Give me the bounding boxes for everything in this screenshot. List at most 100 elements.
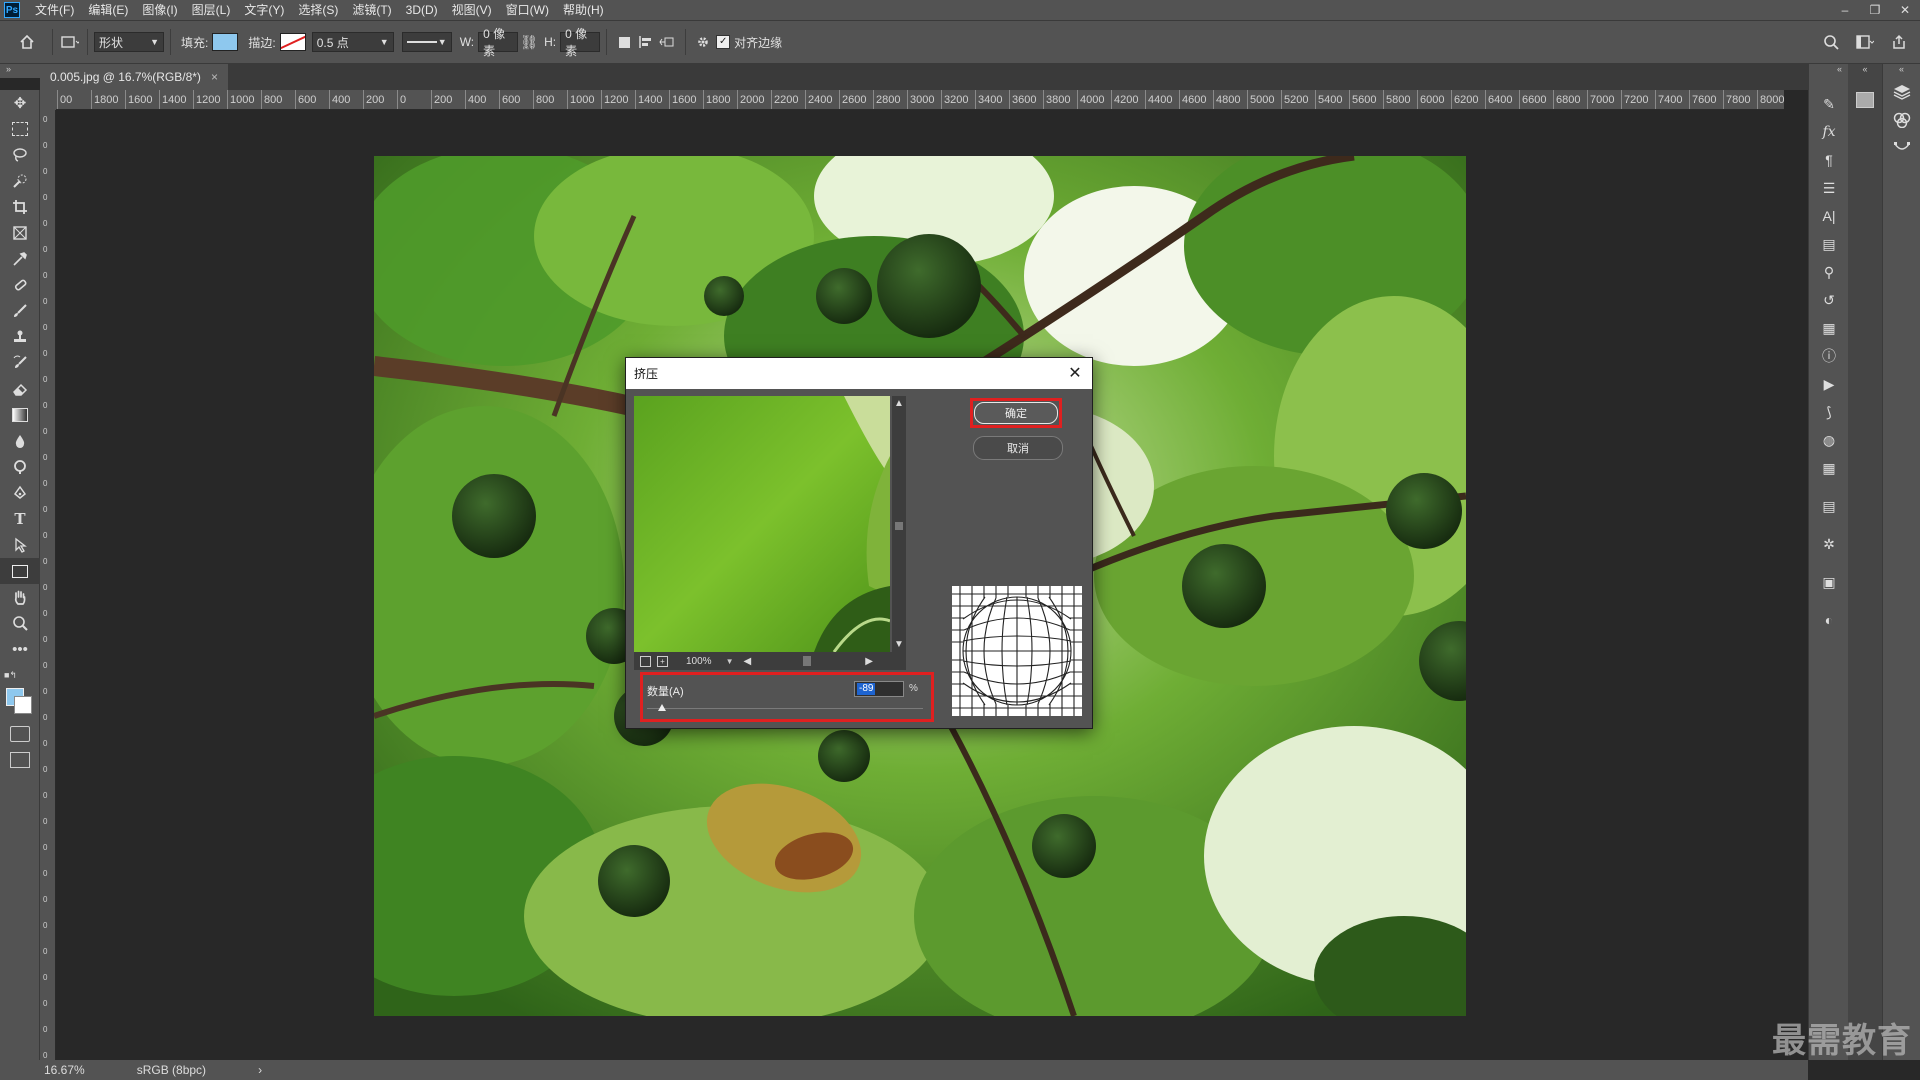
menu-help[interactable]: 帮助(H) (556, 0, 611, 20)
menu-select[interactable]: 选择(S) (291, 0, 345, 20)
path-operations-icon[interactable] (613, 31, 635, 53)
eraser-tool-icon[interactable] (0, 376, 40, 402)
timeline-icon[interactable]: ▣ (1809, 568, 1849, 596)
zoom-tool-icon[interactable] (0, 610, 40, 636)
channels-icon[interactable]: ▦ (1809, 314, 1849, 342)
chevron-right-icon[interactable]: › (258, 1063, 262, 1077)
swatch-panel-icon[interactable] (1856, 92, 1874, 108)
scroll-up-icon[interactable]: ▲ (894, 398, 904, 409)
menu-view[interactable]: 视图(V) (445, 0, 499, 20)
close-tab-icon[interactable]: × (211, 70, 218, 84)
gradient-tool-icon[interactable] (0, 402, 40, 428)
minimize-button[interactable]: – (1830, 0, 1860, 20)
marquee-tool-icon[interactable] (0, 116, 40, 142)
path-arrangement-icon[interactable] (657, 31, 679, 53)
actions-play-icon[interactable]: ▶ (1809, 370, 1849, 398)
search-icon[interactable] (1820, 31, 1842, 53)
stroke-color-swatch[interactable] (279, 33, 306, 51)
menu-image[interactable]: 图像(I) (135, 0, 184, 20)
rectangle-tool-icon[interactable] (0, 558, 40, 584)
pen-tool-icon[interactable] (0, 480, 40, 506)
quick-mask-icon[interactable] (10, 726, 30, 742)
healing-brush-tool-icon[interactable] (0, 272, 40, 298)
share-icon[interactable] (1888, 31, 1910, 53)
menu-edit[interactable]: 编辑(E) (81, 0, 135, 20)
properties-icon[interactable]: ☰ (1809, 174, 1849, 202)
link-icon[interactable]: ⛓ (518, 31, 540, 53)
menu-file[interactable]: 文件(F) (28, 0, 81, 20)
menu-type[interactable]: 文字(Y) (237, 0, 291, 20)
shape-mode-select[interactable]: 形状 ▼ (94, 32, 164, 52)
history-brush-tool-icon[interactable] (0, 350, 40, 376)
width-input[interactable]: 0 像素 (478, 27, 519, 58)
stroke-type-select[interactable]: ▼ (401, 32, 452, 52)
chevron-down-icon[interactable]: ▼ (726, 657, 734, 666)
stroke-size-input[interactable]: 0.5 点 ▼ (311, 32, 394, 52)
swatches-grid-icon[interactable]: ▦ (1809, 454, 1849, 482)
cancel-button[interactable]: 取消 (973, 436, 1063, 460)
adjustments-icon[interactable]: ✲ (1809, 530, 1849, 558)
zoom-in-icon[interactable]: + (657, 655, 668, 667)
scroll-thumb[interactable] (895, 522, 903, 530)
filter-preview[interactable] (634, 396, 890, 652)
align-edges-checkbox[interactable]: ✓ (716, 35, 731, 49)
hand-tool-icon[interactable] (0, 584, 40, 610)
amount-input[interactable]: -89 (854, 681, 904, 697)
dialog-title-bar[interactable]: 挤压 ✕ (626, 358, 1092, 389)
workspace-switcher-icon[interactable] (1854, 31, 1876, 53)
home-icon[interactable] (16, 31, 38, 53)
character-icon[interactable]: A| (1809, 202, 1849, 230)
brush-settings-icon[interactable]: ✎ (1809, 90, 1849, 118)
libraries-icon[interactable]: ▤ (1809, 230, 1849, 258)
lasso-tool-icon[interactable] (0, 142, 40, 168)
ruler-origin[interactable] (40, 90, 56, 110)
history-icon[interactable]: ↺ (1809, 286, 1849, 314)
notes-icon[interactable]: ▤ (1809, 492, 1849, 520)
quick-selection-tool-icon[interactable] (0, 168, 40, 194)
channels-circles-icon[interactable] (1883, 106, 1920, 134)
brush-tool-icon[interactable] (0, 298, 40, 324)
frame-tool-icon[interactable] (0, 220, 40, 246)
gear-icon[interactable] (692, 31, 714, 53)
default-colors-icon[interactable]: ■↰ (4, 670, 17, 681)
more-tools-icon[interactable]: ••• (0, 636, 40, 662)
collapse-panels-icon[interactable]: « (1809, 64, 1848, 78)
eyedropper-tool-icon[interactable] (0, 246, 40, 272)
close-window-button[interactable]: ✕ (1890, 0, 1920, 20)
screen-mode-icon[interactable] (10, 752, 30, 768)
ok-button[interactable]: 确定 (974, 402, 1058, 424)
amount-slider-thumb[interactable] (658, 704, 667, 711)
close-icon[interactable]: ✕ (1066, 364, 1084, 382)
menu-layer[interactable]: 图层(L) (185, 0, 238, 20)
blur-tool-icon[interactable] (0, 428, 40, 454)
zoom-level[interactable]: 16.67% (44, 1063, 85, 1077)
restore-button[interactable]: ❐ (1860, 0, 1890, 20)
menu-window[interactable]: 窗口(W) (499, 0, 556, 20)
tool-preset-picker[interactable] (59, 31, 81, 53)
expand-panels-icon[interactable]: « (1848, 64, 1882, 78)
preview-vertical-scrollbar[interactable]: ▲ ▼ (892, 396, 906, 652)
scroll-right-icon[interactable]: ▶ (865, 656, 873, 667)
path-alignment-icon[interactable] (635, 31, 657, 53)
clone-stamp-tool-icon[interactable] (0, 324, 40, 350)
height-input[interactable]: 0 像素 (560, 27, 601, 58)
layers-icon[interactable] (1883, 78, 1920, 106)
move-tool-icon[interactable]: ✥ (0, 90, 40, 116)
paths-icon[interactable]: ⟆ (1809, 398, 1849, 426)
scroll-left-icon[interactable]: ◀ (744, 656, 752, 667)
clone-source-icon[interactable]: ⚲ (1809, 258, 1849, 286)
navigator-icon[interactable]: ◐ (1809, 606, 1849, 634)
styles-icon[interactable]: fx (1809, 118, 1849, 146)
paragraph-icon[interactable]: ¶ (1809, 146, 1849, 174)
path-selection-tool-icon[interactable] (0, 532, 40, 558)
fill-color-swatch[interactable] (212, 33, 239, 51)
background-color-swatch[interactable] (14, 696, 32, 714)
document-tab[interactable]: 0.005.jpg @ 16.7%(RGB/8*) × (40, 64, 228, 90)
zoom-out-icon[interactable] (640, 655, 651, 667)
menu-filter[interactable]: 滤镜(T) (345, 0, 398, 20)
type-tool-icon[interactable]: T (0, 506, 40, 532)
scroll-down-icon[interactable]: ▼ (894, 639, 904, 650)
menu-3d[interactable]: 3D(D) (399, 0, 445, 20)
h-scroll-thumb[interactable] (803, 656, 812, 666)
paths-panel-icon[interactable] (1883, 134, 1920, 162)
